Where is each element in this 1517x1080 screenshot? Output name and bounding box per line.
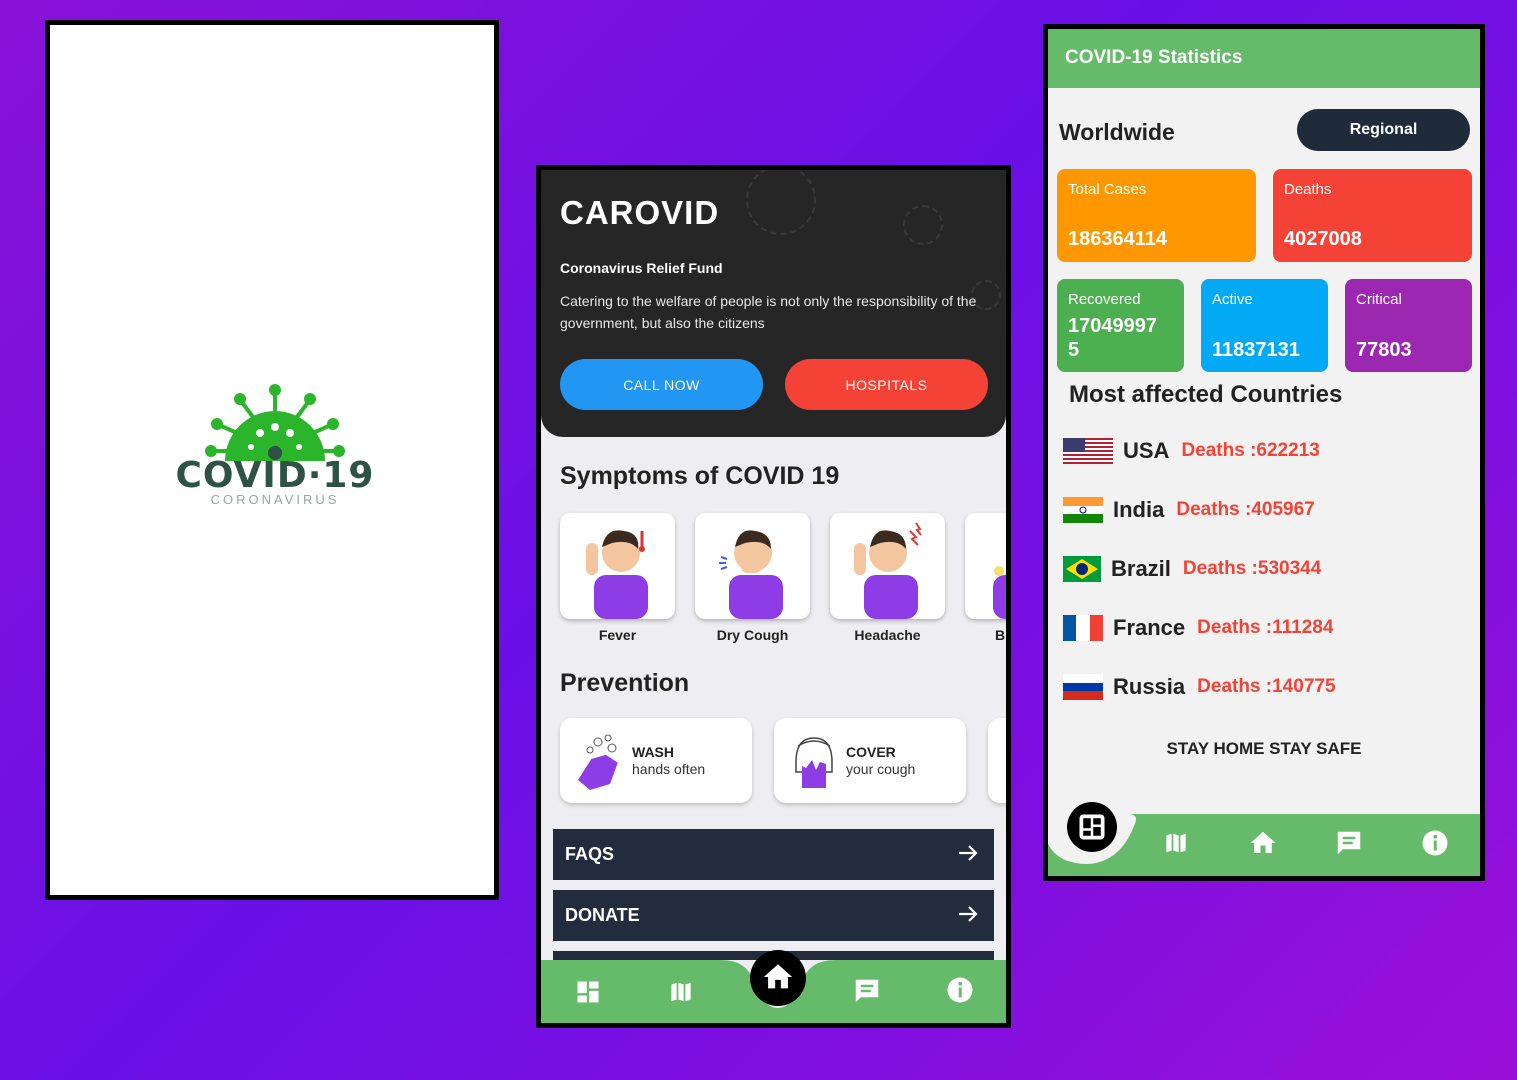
app-title: CAROVID	[560, 194, 720, 231]
recovered-card: Recovered 17049997 5	[1057, 279, 1184, 372]
country-name: Russia	[1113, 674, 1186, 699]
virus-bg-icon	[746, 170, 816, 235]
home-fab[interactable]	[750, 950, 806, 1006]
virus-bg-icon	[903, 205, 943, 245]
total-cases-label: Total Cases	[1068, 181, 1147, 198]
critical-value: 77803	[1356, 339, 1412, 361]
critical-card: Critical 77803	[1345, 279, 1472, 372]
chat-icon[interactable]	[852, 976, 882, 1006]
home-screen: CAROVID Coronavirus Relief Fund Catering…	[536, 165, 1011, 1028]
logo-title: COVID·19	[175, 455, 375, 496]
faqs-button[interactable]: FAQS	[553, 829, 994, 880]
prevention-subtitle-cover: your cough	[846, 761, 916, 777]
country-deaths: Deaths :622213	[1181, 440, 1320, 461]
country-row-brazil: Brazil Deaths :530344	[1063, 554, 1321, 584]
stay-home-message: STAY HOME STAY SAFE	[1166, 739, 1362, 758]
chat-icon[interactable]	[1334, 828, 1364, 858]
brazil-flag-icon	[1063, 556, 1101, 582]
most-affected-title: Most affected Countries	[1069, 381, 1343, 408]
france-flag-icon	[1063, 615, 1103, 641]
recovered-label: Recovered	[1068, 291, 1141, 308]
hospitals-button[interactable]: HOSPITALS	[785, 359, 988, 410]
fund-description: Catering to the welfare of people is not…	[560, 293, 977, 331]
active-value: 11837131	[1212, 339, 1300, 361]
donate-button[interactable]: DONATE	[553, 890, 994, 941]
country-deaths: Deaths :405967	[1176, 499, 1315, 520]
symptom-label: Headache	[854, 627, 921, 643]
country-row-usa: USA Deaths :622213	[1063, 436, 1320, 466]
deaths-label: Deaths	[1284, 181, 1332, 198]
deaths-value: 4027008	[1284, 228, 1362, 250]
symptom-card-breathing[interactable]: B	[965, 513, 1006, 643]
fund-title: Coronavirus Relief Fund	[560, 260, 723, 276]
prevention-card-wash[interactable]: WASH hands often	[560, 718, 752, 803]
fever-icon	[586, 530, 648, 619]
active-card: Active 11837131	[1201, 279, 1328, 372]
donate-label: DONATE	[565, 905, 640, 925]
country-name: India	[1113, 497, 1165, 522]
statistics-screen: COVID-19 Statistics Worldwide Regional T…	[1043, 24, 1485, 881]
symptom-label: Dry Cough	[716, 627, 789, 643]
prevention-card-more[interactable]	[988, 718, 1006, 803]
country-name: Brazil	[1111, 556, 1171, 581]
symptom-card-fever[interactable]: Fever	[560, 513, 675, 643]
cover-cough-icon	[795, 737, 833, 788]
breathing-icon	[993, 566, 1006, 619]
prevention-subtitle-wash: hands often	[632, 761, 706, 777]
dashboard-icon	[1079, 814, 1105, 840]
symptom-card-headache[interactable]: Headache	[830, 513, 945, 643]
arrow-right-icon	[959, 906, 978, 922]
deaths-card: Deaths 4027008	[1273, 169, 1472, 262]
active-label: Active	[1212, 291, 1253, 308]
prevention-card-cover[interactable]: COVER your cough	[774, 718, 966, 803]
country-deaths: Deaths :530344	[1182, 558, 1322, 579]
country-row-france: France Deaths :111284	[1063, 613, 1333, 643]
stats-header: COVID-19 Statistics	[1048, 29, 1480, 88]
cough-icon	[719, 530, 783, 619]
dashboard-icon[interactable]	[574, 978, 602, 1006]
virus-logo-icon	[205, 384, 345, 461]
splash-screen: COVID·19 CORONAVIRUS	[45, 20, 499, 900]
symptoms-title: Symptoms of COVID 19	[560, 462, 840, 490]
country-deaths: Deaths :111284	[1197, 617, 1334, 638]
home-icon[interactable]	[1248, 828, 1278, 858]
faqs-label: FAQS	[565, 844, 615, 864]
info-icon[interactable]	[1420, 828, 1450, 858]
prevention-title-wash: WASH	[632, 744, 674, 760]
headache-icon	[854, 522, 922, 619]
country-deaths: Deaths :140775	[1197, 676, 1336, 697]
worldwide-label: Worldwide	[1059, 119, 1175, 145]
wash-hands-icon	[578, 734, 619, 790]
total-cases-value: 186364114	[1068, 228, 1168, 250]
total-cases-card: Total Cases 186364114	[1057, 169, 1256, 262]
covid-logo: COVID·19 CORONAVIRUS	[175, 383, 375, 507]
home-icon	[763, 964, 793, 989]
country-name: USA	[1123, 438, 1170, 463]
prevention-title-cover: COVER	[846, 744, 896, 760]
symptom-label: Fever	[598, 627, 637, 643]
map-icon[interactable]	[667, 978, 695, 1006]
usa-flag-icon	[1063, 438, 1113, 464]
symptom-label: B	[995, 627, 1006, 643]
regional-button[interactable]: Regional	[1297, 109, 1470, 151]
symptom-card-dry-cough[interactable]: Dry Cough	[695, 513, 810, 643]
recovered-value-line2: 5	[1068, 339, 1080, 361]
prevention-title: Prevention	[560, 669, 690, 697]
arrow-right-icon	[959, 845, 978, 861]
country-row-russia: Russia Deaths :140775	[1063, 672, 1336, 702]
recovered-value-line1: 17049997	[1068, 315, 1157, 337]
india-flag-icon	[1063, 497, 1103, 523]
critical-label: Critical	[1356, 291, 1402, 308]
russia-flag-icon	[1063, 674, 1103, 700]
country-row-india: India Deaths :405967	[1063, 495, 1315, 525]
dashboard-fab[interactable]	[1067, 802, 1117, 852]
map-icon[interactable]	[1162, 829, 1190, 857]
relief-fund-banner: CAROVID Coronavirus Relief Fund Catering…	[541, 170, 1006, 437]
info-icon[interactable]	[945, 975, 975, 1005]
call-now-button[interactable]: CALL NOW	[560, 359, 763, 410]
country-name: France	[1113, 615, 1186, 640]
